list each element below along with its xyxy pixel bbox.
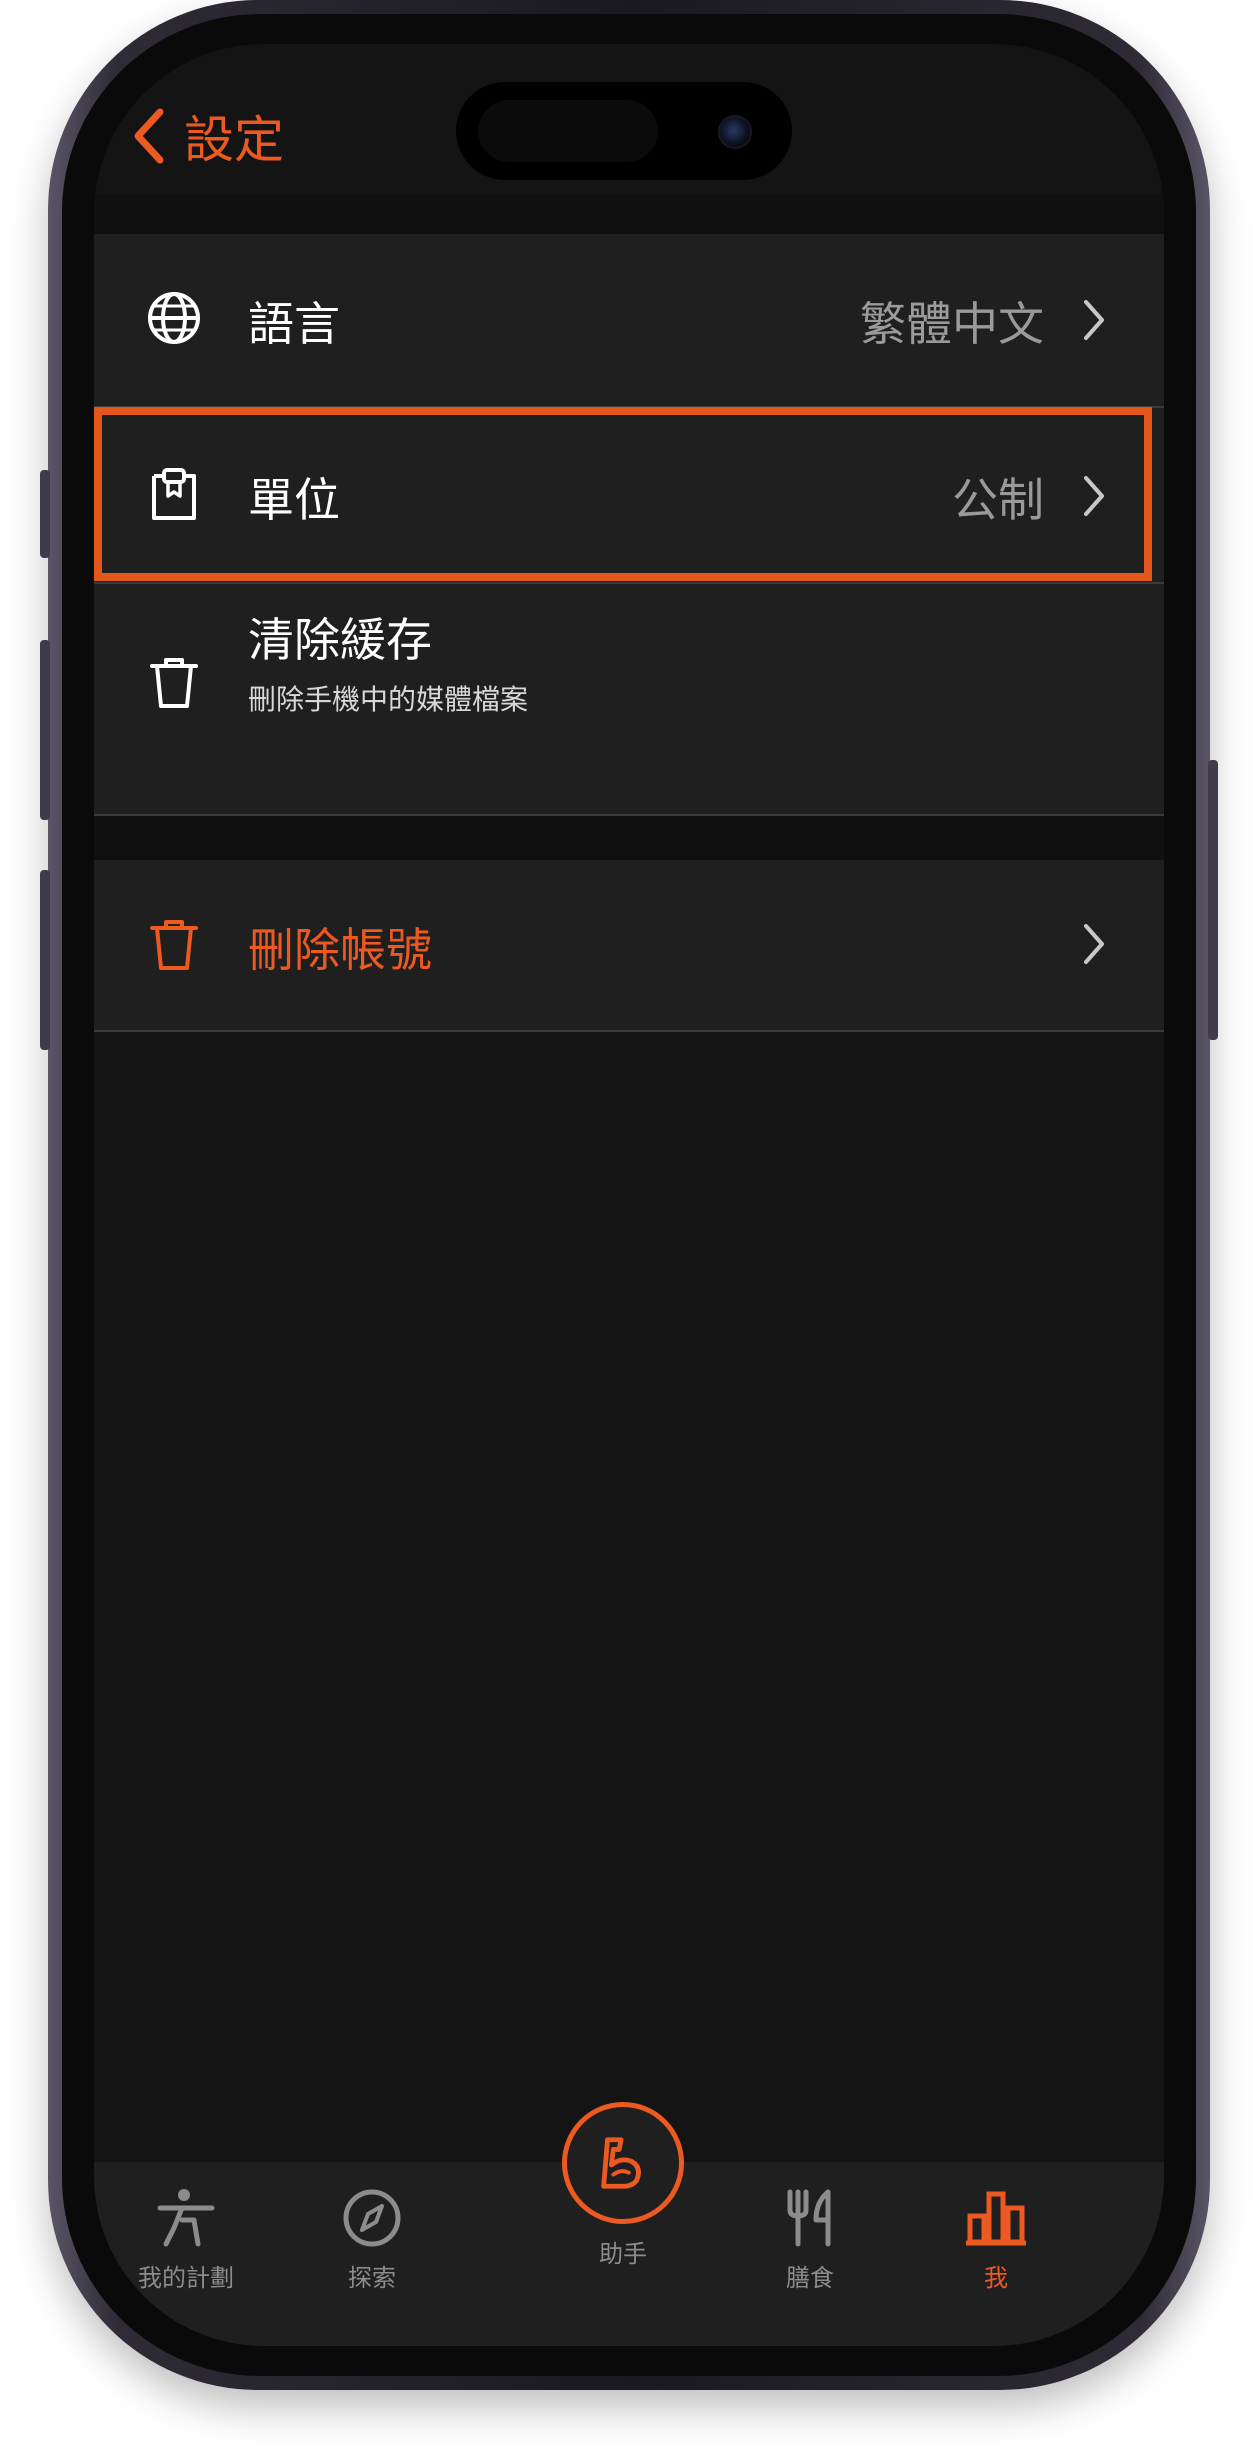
settings-row-clear-cache[interactable]: 清除緩存 刪除手機中的媒體檔案	[94, 584, 1164, 814]
globe-icon	[148, 292, 200, 344]
units-label: 單位	[248, 473, 340, 527]
back-button[interactable]: 設定	[130, 96, 284, 176]
chevron-right-icon	[1084, 924, 1104, 964]
settings-row-delete-account[interactable]: 刪除帳號	[94, 860, 1164, 1030]
section-gap	[94, 816, 1164, 860]
assistant-button[interactable]	[562, 2102, 684, 2224]
tab-label: 我	[984, 2264, 1008, 2292]
chevron-right-icon	[1084, 300, 1104, 340]
section-gap	[94, 194, 1164, 234]
tab-explore[interactable]: 探索	[282, 2186, 462, 2293]
back-label: 設定	[184, 111, 284, 169]
compass-icon	[343, 2189, 401, 2247]
bar-chart-icon	[966, 2191, 1026, 2246]
delete-account-label: 刪除帳號	[248, 923, 432, 977]
muscle-arm-icon	[601, 2137, 641, 2189]
settings-group-account: 刪除帳號	[94, 860, 1164, 1032]
island-sensor	[478, 100, 658, 162]
action-button	[40, 470, 50, 558]
settings-group-general: 語言 繁體中文 單位 公制 清除緩存 刪除手機中的媒體檔案	[94, 234, 1164, 816]
language-label: 語言	[248, 297, 340, 351]
settings-row-units[interactable]: 單位 公制	[94, 408, 1164, 582]
chevron-right-icon	[1084, 476, 1104, 516]
clear-cache-sublabel: 刪除手機中的媒體檔案	[248, 683, 529, 716]
tab-meals[interactable]: 膳食	[720, 2186, 900, 2293]
volume-up-button	[40, 640, 50, 820]
fork-knife-icon	[787, 2189, 831, 2247]
exercise-person-icon	[157, 2189, 215, 2247]
settings-row-language[interactable]: 語言 繁體中文	[94, 234, 1164, 406]
tab-label: 我的計劃	[138, 2264, 234, 2292]
front-camera	[718, 115, 752, 149]
language-value: 繁體中文	[860, 297, 1044, 351]
tab-label: 探索	[348, 2264, 396, 2292]
dynamic-island	[456, 82, 792, 180]
volume-down-button	[40, 870, 50, 1050]
tab-label: 膳食	[786, 2264, 834, 2292]
screen: 設定 語言 繁體中文 單位 公制 清除緩存 刪除手機中的媒體檔案 刪除帳號 我的…	[94, 44, 1164, 2346]
clear-cache-label: 清除緩存	[248, 613, 432, 667]
tab-me[interactable]: 我	[906, 2186, 1086, 2293]
tab-my-plan[interactable]: 我的計劃	[96, 2186, 276, 2293]
trash-icon	[150, 658, 198, 708]
units-value: 公制	[952, 473, 1044, 527]
power-button	[1208, 760, 1218, 1040]
clipboard-icon	[152, 468, 196, 520]
chevron-left-icon	[134, 108, 164, 164]
row-divider	[94, 1030, 1164, 1032]
assistant-label: 助手	[599, 2240, 647, 2268]
trash-icon	[150, 920, 198, 970]
